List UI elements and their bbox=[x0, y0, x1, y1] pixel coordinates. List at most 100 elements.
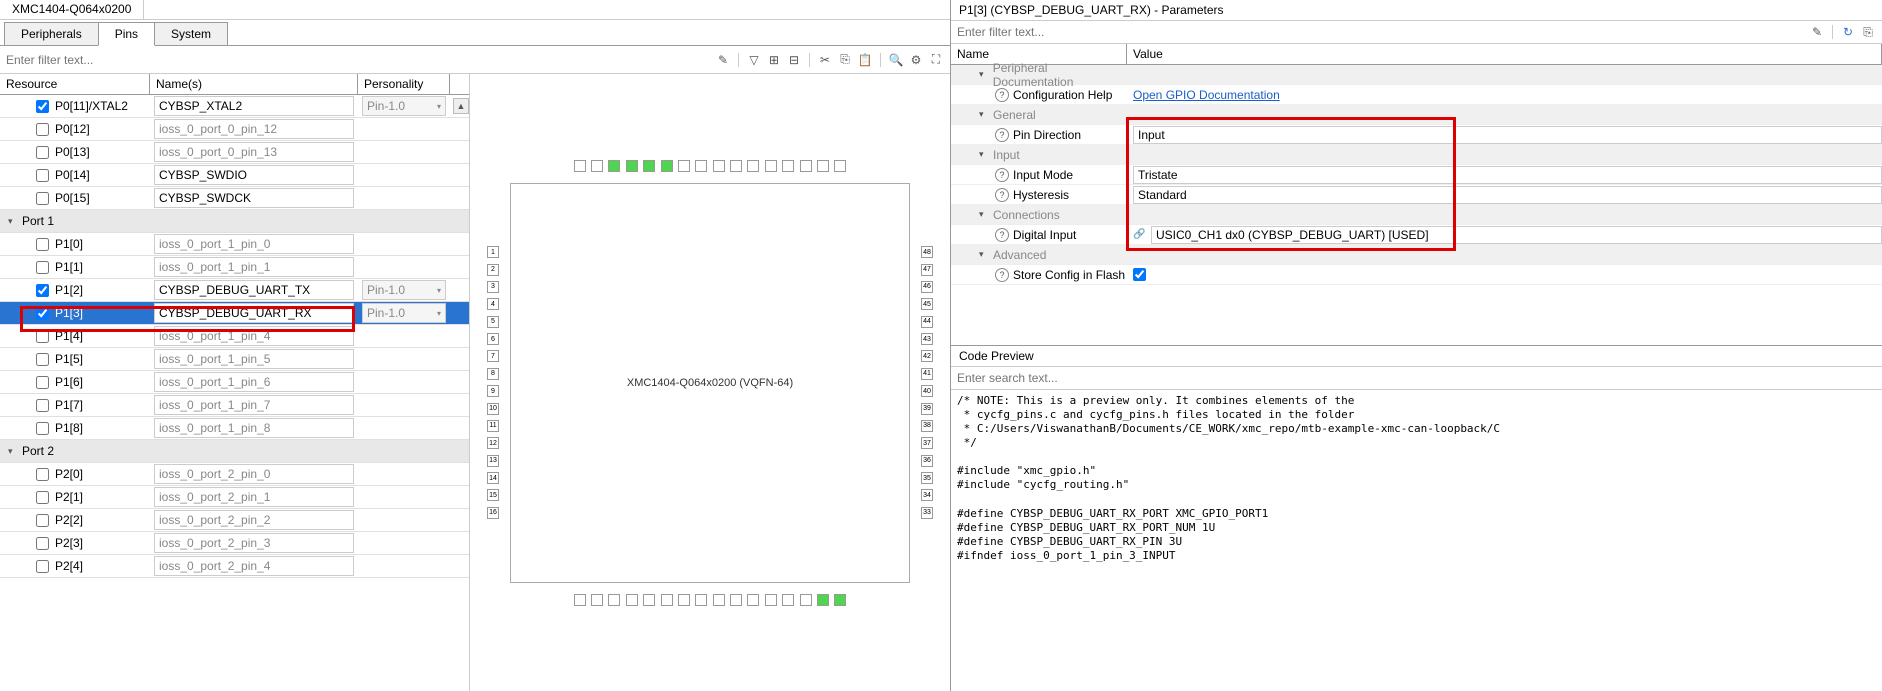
pin-box[interactable]: 11 bbox=[487, 420, 499, 432]
maximize-icon[interactable]: ⛶ bbox=[928, 52, 944, 68]
pin-box[interactable] bbox=[643, 594, 655, 606]
funnel-icon[interactable]: ▽ bbox=[746, 52, 762, 68]
gpio-doc-link[interactable]: Open GPIO Documentation bbox=[1133, 88, 1280, 102]
pin-box[interactable] bbox=[626, 160, 638, 172]
pin-checkbox[interactable] bbox=[36, 376, 49, 389]
pin-box[interactable]: 43 bbox=[921, 333, 933, 345]
search-icon[interactable]: 🔍 bbox=[888, 52, 904, 68]
pin-name-input[interactable] bbox=[154, 487, 354, 507]
pin-box[interactable] bbox=[591, 160, 603, 172]
pin-box[interactable] bbox=[574, 594, 586, 606]
pin-name-input[interactable] bbox=[154, 326, 354, 346]
pin-box[interactable]: 7 bbox=[487, 350, 499, 362]
expander-icon[interactable]: ▾ bbox=[8, 216, 18, 227]
pin-row[interactable]: P1[7] bbox=[0, 394, 469, 417]
pin-checkbox[interactable] bbox=[36, 238, 49, 251]
pin-name-input[interactable] bbox=[154, 119, 354, 139]
pin-box[interactable] bbox=[834, 594, 846, 606]
pin-row[interactable]: P1[6] bbox=[0, 371, 469, 394]
pin-box[interactable]: 48 bbox=[921, 246, 933, 258]
pin-name-input[interactable] bbox=[154, 303, 354, 323]
group-input[interactable]: ▾Input bbox=[951, 145, 1882, 165]
cut-icon[interactable]: ✂ bbox=[817, 52, 833, 68]
pin-box[interactable] bbox=[661, 160, 673, 172]
pin-box[interactable] bbox=[782, 594, 794, 606]
pin-name-input[interactable] bbox=[154, 372, 354, 392]
pin-box[interactable]: 16 bbox=[487, 507, 499, 519]
group-row[interactable]: ▾Port 1 bbox=[0, 210, 469, 233]
group-peripheral-doc[interactable]: ▾Peripheral Documentation bbox=[951, 65, 1882, 85]
pin-row[interactable]: P1[3]Pin-1.0▾ bbox=[0, 302, 469, 325]
digital-input-value[interactable]: USIC0_CH1 dx0 (CYBSP_DEBUG_UART) [USED] bbox=[1151, 226, 1882, 244]
pin-name-input[interactable] bbox=[154, 464, 354, 484]
pin-box[interactable] bbox=[643, 160, 655, 172]
pin-name-input[interactable] bbox=[154, 280, 354, 300]
pin-row[interactable]: P2[1] bbox=[0, 486, 469, 509]
pin-name-input[interactable] bbox=[154, 234, 354, 254]
pin-row[interactable]: P2[3] bbox=[0, 532, 469, 555]
pin-box[interactable]: 6 bbox=[487, 333, 499, 345]
param-filter-input[interactable] bbox=[951, 21, 1803, 43]
pin-row[interactable]: P2[4] bbox=[0, 555, 469, 578]
scroll-up-arrow[interactable]: ▲ bbox=[453, 98, 469, 114]
input-mode-value[interactable]: Tristate bbox=[1133, 166, 1882, 184]
header-personality[interactable]: Personality bbox=[358, 74, 450, 94]
pin-checkbox[interactable] bbox=[36, 353, 49, 366]
help-icon[interactable]: ? bbox=[995, 128, 1009, 142]
pin-box[interactable]: 39 bbox=[921, 403, 933, 415]
pin-checkbox[interactable] bbox=[36, 514, 49, 527]
settings-icon[interactable]: ⚙ bbox=[908, 52, 924, 68]
pin-checkbox[interactable] bbox=[36, 537, 49, 550]
pin-checkbox[interactable] bbox=[36, 261, 49, 274]
pin-box[interactable] bbox=[695, 160, 707, 172]
pin-box[interactable] bbox=[765, 594, 777, 606]
pin-checkbox[interactable] bbox=[36, 330, 49, 343]
copy-icon[interactable]: ⎘ bbox=[837, 52, 853, 68]
pin-box[interactable] bbox=[695, 594, 707, 606]
code-body[interactable]: /* NOTE: This is a preview only. It comb… bbox=[951, 390, 1882, 691]
pin-box[interactable]: 46 bbox=[921, 281, 933, 293]
tab-pins[interactable]: Pins bbox=[98, 22, 155, 46]
collapse-icon[interactable]: ⊟ bbox=[786, 52, 802, 68]
pin-box[interactable]: 8 bbox=[487, 368, 499, 380]
pin-row[interactable]: P1[0] bbox=[0, 233, 469, 256]
pin-box[interactable]: 1 bbox=[487, 246, 499, 258]
pin-name-input[interactable] bbox=[154, 395, 354, 415]
pin-checkbox[interactable] bbox=[36, 123, 49, 136]
pin-box[interactable]: 35 bbox=[921, 472, 933, 484]
tab-system[interactable]: System bbox=[154, 22, 228, 45]
pin-box[interactable] bbox=[747, 594, 759, 606]
pin-box[interactable]: 13 bbox=[487, 455, 499, 467]
pin-box[interactable]: 38 bbox=[921, 420, 933, 432]
paste-icon[interactable]: 📋 bbox=[857, 52, 873, 68]
pin-checkbox[interactable] bbox=[36, 399, 49, 412]
pin-checkbox[interactable] bbox=[36, 284, 49, 297]
pin-box[interactable] bbox=[591, 594, 603, 606]
pin-name-input[interactable] bbox=[154, 418, 354, 438]
personality-dropdown[interactable]: Pin-1.0▾ bbox=[362, 280, 446, 300]
pin-box[interactable]: 41 bbox=[921, 368, 933, 380]
group-connections[interactable]: ▾Connections bbox=[951, 205, 1882, 225]
group-advanced[interactable]: ▾Advanced bbox=[951, 245, 1882, 265]
pin-box[interactable]: 36 bbox=[921, 455, 933, 467]
pin-row[interactable]: P1[2]Pin-1.0▾ bbox=[0, 279, 469, 302]
filter-input[interactable] bbox=[0, 49, 709, 71]
hysteresis-value[interactable]: Standard bbox=[1133, 186, 1882, 204]
pin-box[interactable] bbox=[713, 160, 725, 172]
clear-filter-icon[interactable]: ✎ bbox=[1809, 24, 1825, 40]
pin-checkbox[interactable] bbox=[36, 192, 49, 205]
pin-row[interactable]: P0[14] bbox=[0, 164, 469, 187]
pin-box[interactable] bbox=[747, 160, 759, 172]
pin-box[interactable]: 12 bbox=[487, 437, 499, 449]
pin-box[interactable]: 34 bbox=[921, 489, 933, 501]
pin-box[interactable] bbox=[608, 160, 620, 172]
pin-name-input[interactable] bbox=[154, 556, 354, 576]
pin-box[interactable] bbox=[626, 594, 638, 606]
pin-box[interactable]: 37 bbox=[921, 437, 933, 449]
help-icon[interactable]: ? bbox=[995, 228, 1009, 242]
pin-row[interactable]: P0[11]/XTAL2Pin-1.0▾ bbox=[0, 95, 469, 118]
pin-box[interactable]: 10 bbox=[487, 403, 499, 415]
pin-box[interactable] bbox=[834, 160, 846, 172]
pin-box[interactable]: 47 bbox=[921, 264, 933, 276]
refresh-icon[interactable]: ↻ bbox=[1840, 24, 1856, 40]
